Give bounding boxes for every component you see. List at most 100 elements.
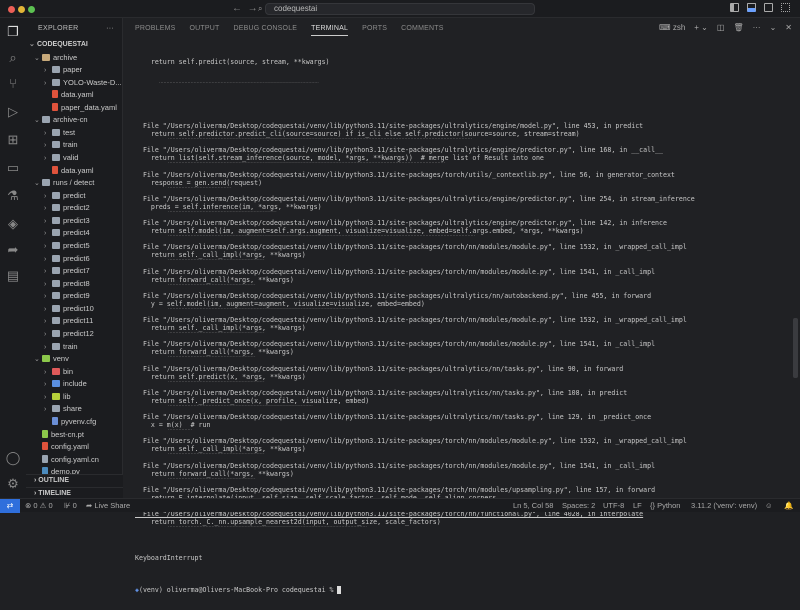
testing-icon[interactable]: ⚗ <box>5 188 21 204</box>
tree-item[interactable]: › predict3 <box>26 215 123 228</box>
tree-item[interactable]: best-cn.pt <box>26 429 123 442</box>
tree-item[interactable]: › predict5 <box>26 240 123 253</box>
tab-problems[interactable]: PROBLEMS <box>135 18 176 38</box>
tab-output[interactable]: OUTPUT <box>190 18 220 38</box>
chevron-down-icon[interactable]: ⌄ <box>770 22 777 34</box>
ports-status[interactable]: ⊮ 0 <box>64 499 77 512</box>
tree-item[interactable]: › train <box>26 139 123 152</box>
traceback-file-line: File "/Users/oliverma/Desktop/codequesta… <box>135 267 656 276</box>
tree-item[interactable]: › train <box>26 341 123 354</box>
tree-item[interactable]: › valid <box>26 152 123 165</box>
live-share-button[interactable]: ➦ Live Share <box>86 499 130 512</box>
traceback-entry: File "/Users/oliverma/Desktop/codequesta… <box>135 292 786 316</box>
tree-item[interactable]: › predict4 <box>26 227 123 240</box>
tab-debug-console[interactable]: DEBUG CONSOLE <box>233 18 297 38</box>
toggle-secondary-sidebar-icon[interactable] <box>764 3 773 12</box>
close-icon[interactable]: ✕ <box>785 22 792 34</box>
traceback-code-line: y = self.model(im, augment=augment, visu… <box>135 299 425 308</box>
tree-item[interactable]: › include <box>26 378 123 391</box>
end-of-line[interactable]: LF <box>633 499 642 512</box>
maximize-window-button[interactable] <box>28 6 35 13</box>
encoding[interactable]: UTF-8 <box>603 499 624 512</box>
remote-indicator-button[interactable]: ⇄ <box>0 499 20 513</box>
back-button[interactable]: ← <box>232 3 242 14</box>
explorer-icon[interactable]: ❐ <box>5 24 21 40</box>
terminal-scrollbar[interactable] <box>793 318 798 378</box>
tree-item[interactable]: › test <box>26 127 123 140</box>
workspace-root[interactable]: ⌄ CODEQUESTAI <box>26 39 123 52</box>
tree-item[interactable]: › predict12 <box>26 328 123 341</box>
command-center-search[interactable]: ⌕ codequestai <box>258 3 535 15</box>
tree-item[interactable]: › predict7 <box>26 265 123 278</box>
customize-layout-icon[interactable] <box>781 3 790 12</box>
tree-item-label: include <box>63 379 87 389</box>
language-mode[interactable]: {} Python <box>650 499 680 512</box>
problems-status[interactable]: ⊗ 0 ⚠ 0 <box>25 499 53 512</box>
comments-icon[interactable]: ▤ <box>5 268 21 284</box>
prompt-line[interactable]: ◈(venv) oliverma@Olivers-MacBook-Pro cod… <box>135 586 786 595</box>
settings-gear-icon[interactable]: ⚙ <box>5 476 21 492</box>
tree-item[interactable]: › predict8 <box>26 278 123 291</box>
live-share-icon[interactable]: ➦ <box>5 242 21 258</box>
chevron-right-icon: › <box>44 268 47 276</box>
source-control-icon[interactable]: ⑂ <box>5 76 21 92</box>
close-window-button[interactable] <box>8 6 15 13</box>
tree-item[interactable]: › bin <box>26 366 123 379</box>
outline-section[interactable]: › OUTLINE <box>26 474 123 487</box>
caret-line: ^^^^^^^^^^^^^^^^^^^^^^^^^^^^^^^^^^^^^^^^… <box>135 526 367 530</box>
terminal-shell-selector[interactable]: ⌨ zsh <box>659 22 685 34</box>
extensions-icon[interactable]: ⊞ <box>5 132 21 148</box>
copilot-icon[interactable]: ☺ <box>765 499 773 512</box>
tree-item[interactable]: config.yaml.cn <box>26 454 123 467</box>
tree-item[interactable]: ⌄ archive <box>26 52 123 65</box>
forward-button[interactable]: → <box>248 3 258 14</box>
terminal-output[interactable]: return self.predict(source, stream, **kw… <box>135 42 786 610</box>
toggle-sidebar-icon[interactable] <box>730 3 739 12</box>
tree-item[interactable]: › predict6 <box>26 253 123 266</box>
more-actions-button[interactable]: ··· <box>106 18 114 40</box>
tree-item[interactable]: data.yaml <box>26 165 123 178</box>
tab-terminal[interactable]: TERMINAL <box>311 18 349 36</box>
tree-item[interactable]: › predict10 <box>26 303 123 316</box>
account-icon[interactable]: ◯ <box>5 450 21 466</box>
python-interpreter[interactable]: 3.11.2 ('venv': venv) <box>691 499 757 512</box>
folder-icon <box>52 330 60 338</box>
tree-item[interactable]: › predict2 <box>26 202 123 215</box>
tree-item[interactable]: › lib <box>26 391 123 404</box>
tree-item[interactable]: › YOLO-Waste-D... <box>26 77 123 90</box>
toggle-panel-icon[interactable] <box>747 3 756 12</box>
split-terminal-icon[interactable]: ◫ <box>717 22 725 34</box>
remote-explorer-icon[interactable]: ▭ <box>5 160 21 176</box>
traceback-entry: File "/Users/oliverma/Desktop/codequesta… <box>135 437 786 461</box>
minimize-window-button[interactable] <box>18 6 25 13</box>
trash-icon[interactable]: 🗑 <box>733 22 743 34</box>
tree-item[interactable]: › predict9 <box>26 290 123 303</box>
shell-name: zsh <box>672 23 686 32</box>
tree-item[interactable]: ⌄ venv <box>26 353 123 366</box>
tree-item[interactable]: paper_data.yaml <box>26 102 123 115</box>
search-icon[interactable]: ⌕ <box>5 50 21 66</box>
tree-item[interactable]: data.yaml <box>26 89 123 102</box>
tab-comments[interactable]: COMMENTS <box>401 18 443 38</box>
chevron-right-icon: › <box>44 331 47 339</box>
indentation[interactable]: Spaces: 2 <box>562 499 595 512</box>
tree-item[interactable]: ⌄ archive-cn <box>26 114 123 127</box>
run-debug-icon[interactable]: ▷ <box>5 104 21 120</box>
tree-item[interactable]: config.yaml <box>26 441 123 454</box>
notifications-bell-icon[interactable]: 🔔 <box>784 499 793 512</box>
tree-item[interactable]: › paper <box>26 64 123 77</box>
new-terminal-button[interactable]: + ⌄ <box>694 22 708 34</box>
traceback-code-line: return self._call_impl(*args, **kwargs) <box>135 324 306 332</box>
tree-item[interactable]: › share <box>26 403 123 416</box>
tree-item[interactable]: ⌄ runs / detect <box>26 177 123 190</box>
docker-icon[interactable]: ◈ <box>5 216 21 232</box>
cursor-position[interactable]: Ln 5, Col 58 <box>513 499 553 512</box>
traceback-code-line: x = m(x) # run <box>135 421 211 429</box>
chevron-down-icon: ⌄ <box>29 41 35 48</box>
tree-item[interactable]: pyvenv.cfg <box>26 416 123 429</box>
tab-ports[interactable]: PORTS <box>362 18 387 38</box>
tree-item[interactable]: › predict11 <box>26 315 123 328</box>
tree-item[interactable]: › predict <box>26 190 123 203</box>
more-button[interactable]: ··· <box>753 22 761 34</box>
folder-icon <box>52 292 60 300</box>
